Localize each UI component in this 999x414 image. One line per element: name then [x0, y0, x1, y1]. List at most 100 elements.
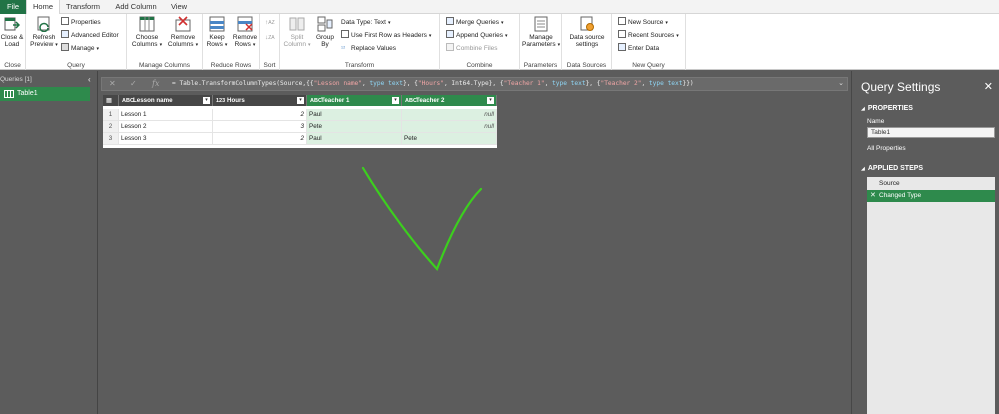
table-cell[interactable]: null	[402, 109, 497, 121]
sort-descending-icon[interactable]: ↓ZA	[265, 32, 275, 43]
merge-queries-button[interactable]: Merge Queries ▾	[446, 17, 504, 28]
table-cell[interactable]: Lesson 2	[119, 121, 213, 133]
tab-file[interactable]: File	[0, 0, 26, 14]
split-column-button[interactable]: Split Column ▾	[283, 16, 311, 49]
group-by-button[interactable]: Group By	[313, 16, 337, 48]
filter-dropdown-icon[interactable]: ▾	[297, 97, 304, 104]
table-row: 2 Lesson 2 3 Pete null	[103, 121, 497, 133]
expand-formula-chevron-icon[interactable]: ⌄	[838, 79, 844, 87]
table-cell[interactable]: Pete	[402, 133, 497, 145]
manage-parameters-icon	[533, 16, 549, 32]
data-grid: ▦ ABCLesson name ▾ 123 Hours ▾ ABCTeacher 1…	[103, 95, 497, 148]
formula-bar[interactable]: ✕ ✓ fx = Table.TransformColumnTypes(Sour…	[101, 77, 848, 91]
combine-files-button[interactable]: Combine Files	[446, 43, 498, 54]
transform-group: Split Column ▾ Group By Data Type: Text ▾ …	[280, 14, 440, 70]
close-and-load-button[interactable]: Close & Load	[0, 16, 24, 48]
column-header-teacher-2[interactable]: ABCTeacher 2 ▾	[402, 95, 497, 106]
properties-button[interactable]: Properties	[61, 17, 101, 28]
header-row: ▦ ABCLesson name ▾ 123 Hours ▾ ABCTeacher 1…	[103, 95, 497, 106]
data-sources-group: Data source settings Data Sources	[562, 14, 612, 70]
data-source-settings-button[interactable]: Data source settings	[565, 16, 609, 48]
advanced-editor-button[interactable]: Advanced Editor	[61, 30, 119, 41]
advanced-editor-icon	[61, 30, 69, 39]
tab-add-column[interactable]: Add Column	[108, 0, 164, 14]
keep-rows-button[interactable]: Keep Rows ▾	[205, 16, 229, 49]
use-first-row-as-headers-button[interactable]: Use First Row as Headers ▾	[341, 30, 431, 41]
tab-home[interactable]: Home	[26, 0, 60, 15]
table-cell[interactable]: 2	[213, 133, 307, 145]
queries-pane: Queries [1] ‹ Table1	[0, 71, 98, 414]
table-cell[interactable]: Paul	[307, 109, 402, 121]
table-cell[interactable]: 2	[213, 109, 307, 121]
collapse-chevron-icon[interactable]: ‹	[88, 75, 91, 84]
delete-step-icon[interactable]: ✕	[870, 190, 876, 202]
sort-ascending-icon[interactable]: ↑AZ	[265, 17, 275, 28]
data-source-settings-icon	[579, 16, 595, 32]
recent-sources-button[interactable]: Recent Sources ▾	[618, 30, 679, 41]
select-all-table-icon[interactable]: ▦	[103, 95, 119, 106]
confirm-icon[interactable]: ✓	[130, 79, 137, 88]
formula-text[interactable]: = Table.TransformColumnTypes(Source,{{"L…	[172, 80, 694, 87]
properties-section[interactable]: ◢ PROPERTIES	[861, 105, 913, 112]
append-queries-button[interactable]: Append Queries ▾	[446, 30, 508, 41]
query-name-field[interactable]: Table1	[867, 127, 995, 138]
column-header-hours[interactable]: 123 Hours ▾	[213, 95, 307, 106]
column-header-lesson-name[interactable]: ABCLesson name ▾	[119, 95, 213, 106]
row-number[interactable]: 2	[103, 121, 119, 133]
filter-dropdown-icon[interactable]: ▾	[392, 97, 399, 104]
manage-parameters-button[interactable]: Manage Parameters ▾	[522, 16, 560, 49]
close-icon[interactable]: ✕	[984, 80, 993, 93]
choose-columns-button[interactable]: Choose Columns ▾	[131, 16, 163, 49]
step-changed-type[interactable]: ✕ Changed Type	[867, 190, 995, 202]
step-source[interactable]: Source	[867, 178, 995, 190]
remove-columns-button[interactable]: Remove Columns ▾	[166, 16, 200, 49]
query-settings-pane: Query Settings ✕ ◢ PROPERTIES Name Table1…	[851, 71, 999, 414]
combine-group: Merge Queries ▾ Append Queries ▾ Combine F…	[440, 14, 520, 70]
table-cell[interactable]: Lesson 1	[119, 109, 213, 121]
ribbon-tabs: File Home Transform Add Column View	[0, 0, 999, 15]
remove-rows-button[interactable]: Remove Rows ▾	[231, 16, 259, 49]
replace-values-icon: ₁₂	[341, 44, 346, 51]
parameters-group: Manage Parameters ▾ Parameters	[520, 14, 562, 70]
filter-dropdown-icon[interactable]: ▾	[487, 97, 494, 104]
all-properties-link[interactable]: All Properties	[867, 145, 906, 152]
fx-icon[interactable]: fx	[152, 79, 159, 88]
table-cell[interactable]: null	[402, 121, 497, 133]
refresh-preview-button[interactable]: Refresh Preview ▾	[30, 16, 58, 49]
table-cell[interactable]: 3	[213, 121, 307, 133]
manage-columns-group: Choose Columns ▾ Remove Columns ▾ Manage C…	[127, 14, 203, 70]
tab-view[interactable]: View	[166, 0, 192, 14]
refresh-icon	[36, 16, 52, 33]
cancel-icon[interactable]: ✕	[109, 79, 116, 88]
keep-rows-icon	[209, 16, 225, 32]
tab-transform[interactable]: Transform	[62, 0, 104, 14]
enter-data-icon	[618, 43, 626, 52]
manage-button[interactable]: Manage ▾	[61, 43, 99, 54]
filter-dropdown-icon[interactable]: ▾	[203, 97, 210, 104]
applied-steps-section[interactable]: ◢ APPLIED STEPS	[861, 165, 923, 172]
query-group: Refresh Preview ▾ Properties Advanced Edi…	[26, 14, 127, 70]
combine-files-icon	[446, 43, 454, 52]
query-item-table1[interactable]: Table1	[0, 87, 90, 101]
name-label: Name	[867, 118, 885, 125]
enter-data-button[interactable]: Enter Data	[618, 43, 659, 54]
data-type-dropdown[interactable]: Data Type: Text ▾	[341, 17, 390, 28]
remove-columns-icon	[175, 16, 191, 32]
table-row: 1 Lesson 1 2 Paul null	[103, 109, 497, 121]
new-query-group: New Source ▾ Recent Sources ▾ Enter Data N…	[612, 14, 686, 70]
queries-header: Queries [1]	[0, 76, 32, 83]
applied-steps-list: Source ✕ Changed Type	[867, 177, 995, 414]
table-icon	[4, 90, 14, 98]
table-row: 3 Lesson 3 2 Paul Pete	[103, 133, 497, 145]
table-cell[interactable]: Lesson 3	[119, 133, 213, 145]
checkmark-annotation	[361, 166, 483, 272]
row-number[interactable]: 1	[103, 109, 119, 121]
table-cell[interactable]: Paul	[307, 133, 402, 145]
append-queries-icon	[446, 30, 454, 39]
row-number[interactable]: 3	[103, 133, 119, 145]
new-source-button[interactable]: New Source ▾	[618, 17, 668, 28]
replace-values-button[interactable]: ₁₂ Replace Values	[341, 43, 396, 54]
table-cell[interactable]: Pete	[307, 121, 402, 133]
column-header-teacher-1[interactable]: ABCTeacher 1 ▾	[307, 95, 402, 106]
ribbon: Close & Load Close Refresh Preview ▾ Prop…	[0, 14, 999, 70]
